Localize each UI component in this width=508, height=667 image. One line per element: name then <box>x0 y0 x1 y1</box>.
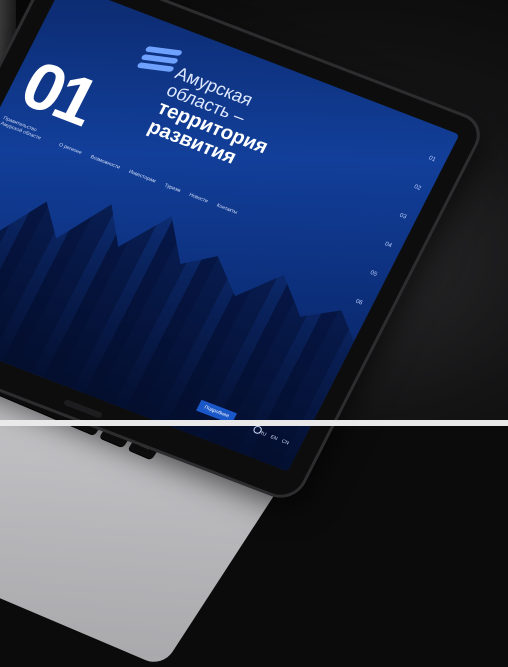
pager-item[interactable]: 01 <box>427 155 436 163</box>
nav-item[interactable]: Инвесторам <box>128 169 157 184</box>
pager-item[interactable]: 04 <box>384 241 393 249</box>
pager-item[interactable]: 03 <box>398 213 407 221</box>
nav-item[interactable]: Туризм <box>163 183 181 194</box>
bottom-frame-edge <box>0 420 508 426</box>
pager-item[interactable]: 06 <box>354 299 363 307</box>
nav-item[interactable]: Новости <box>188 192 209 204</box>
nav-item[interactable]: Контакты <box>215 203 238 216</box>
pager-item[interactable]: 02 <box>413 184 422 192</box>
nav-item[interactable]: Возможности <box>89 154 121 170</box>
pager-item[interactable]: 05 <box>369 270 378 278</box>
nav-item[interactable]: О регионе <box>58 142 83 156</box>
